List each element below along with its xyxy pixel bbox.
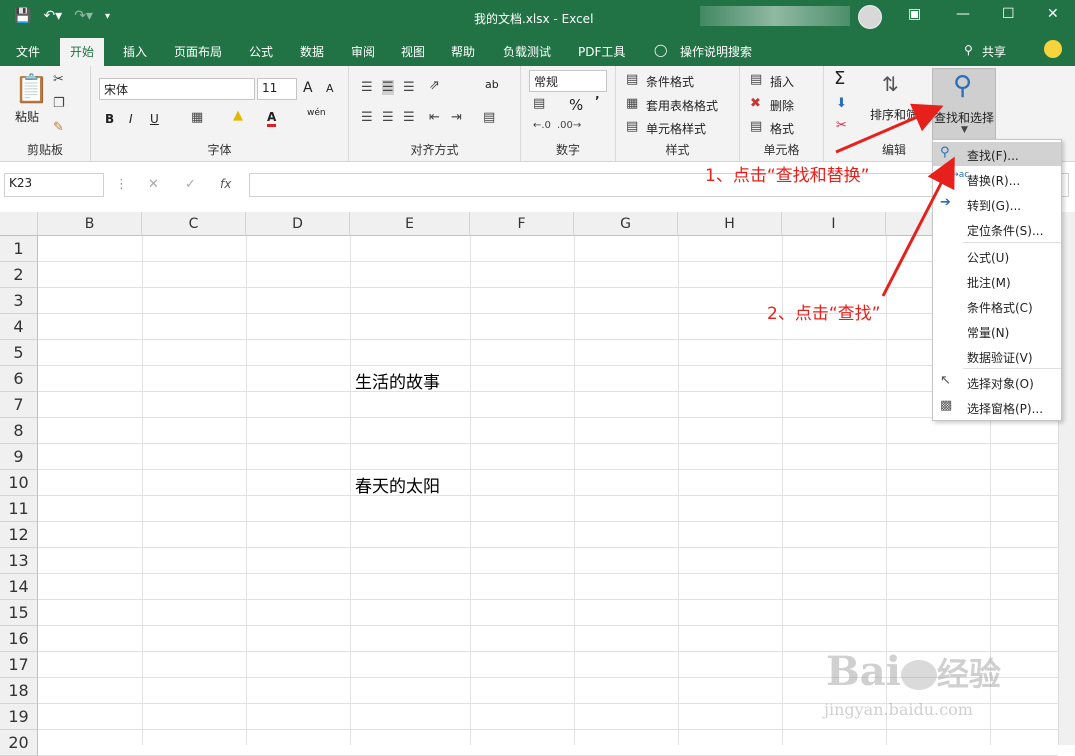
annotation-step2: 2、点击“查找” xyxy=(767,304,881,324)
arrow-to-find xyxy=(881,156,955,297)
annotation-arrows xyxy=(835,103,955,297)
annotation-step1: 1、点击“查找和替换” xyxy=(705,166,870,186)
arrow-to-find-select xyxy=(835,103,944,154)
watermark-url: jingyan.baidu.com xyxy=(824,700,973,719)
watermark-logo: Bai 经验 xyxy=(826,648,1001,695)
